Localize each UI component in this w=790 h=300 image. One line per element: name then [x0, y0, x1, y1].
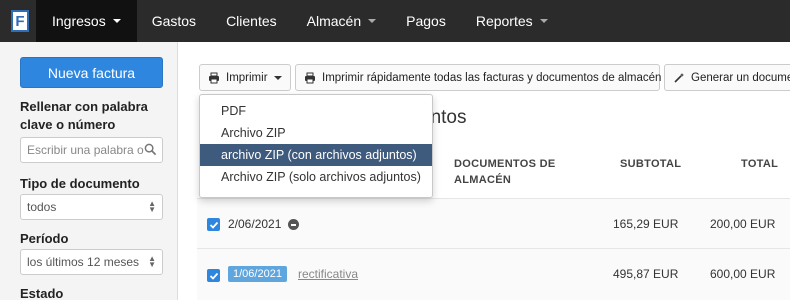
- updown-arrows-icon: ▲ ▼: [148, 199, 156, 214]
- nav-reportes-label: Reportes: [475, 13, 533, 29]
- invoice-date-badge[interactable]: 1/06/2021: [228, 266, 287, 282]
- print-all-label: Imprimir rápidamente todas las facturas …: [322, 71, 662, 84]
- menu-item-zip[interactable]: Archivo ZIP: [200, 122, 432, 144]
- check-icon: [209, 272, 218, 280]
- row-checkbox[interactable]: [207, 218, 220, 231]
- chevron-down-icon: [368, 19, 377, 23]
- status-label: Estado: [20, 286, 64, 300]
- generate-document-button[interactable]: Generar un documen: [664, 64, 790, 91]
- generate-label: Generar un documen: [691, 71, 790, 84]
- period-label: Período: [20, 231, 69, 246]
- total-value: 600,00 EUR: [710, 267, 776, 281]
- subtotal-value: 495,87 EUR: [613, 267, 679, 281]
- nav-clientes-label: Clientes: [226, 13, 277, 29]
- check-icon: [209, 221, 218, 229]
- menu-item-zip-only-attachments[interactable]: Archivo ZIP (solo archivos adjuntos): [200, 166, 432, 188]
- keyword-filter-label-line2: clave o número: [20, 117, 116, 132]
- doc-type-label: Tipo de documento: [20, 176, 140, 191]
- table-row[interactable]: 2/06/2021 165,29 EUR 200,00 EUR: [197, 198, 790, 248]
- minus-circle-icon: [288, 219, 299, 230]
- keyword-search-input[interactable]: Escribir una palabra o: [20, 137, 163, 163]
- print-label: Imprimir: [226, 71, 268, 84]
- magic-wand-icon: [674, 72, 684, 83]
- nav-ingresos[interactable]: Ingresos: [36, 0, 137, 42]
- keyword-filter-label-line1: Rellenar con palabra: [20, 99, 148, 114]
- search-icon: [144, 143, 157, 156]
- column-header-warehouse-docs-line2: ALMACÉN: [454, 174, 512, 186]
- nav-gastos-label: Gastos: [151, 13, 197, 29]
- top-navbar: F Ingresos Gastos Clientes Almacén Pagos…: [0, 0, 790, 42]
- row-checkbox[interactable]: [207, 269, 220, 282]
- print-dropdown-menu: PDF Archivo ZIP archivo ZIP (con archivo…: [199, 94, 433, 198]
- nav-gastos[interactable]: Gastos: [137, 0, 211, 42]
- column-header-warehouse-docs[interactable]: DOCUMENTOS DE ALMACÉN: [454, 156, 555, 188]
- nav-almacen[interactable]: Almacén: [292, 0, 391, 42]
- filter-sidebar: Nueva factura Rellenar con palabra clave…: [0, 42, 178, 300]
- print-all-button[interactable]: Imprimir rápidamente todas las facturas …: [295, 64, 676, 91]
- logo-letter: F: [11, 10, 29, 32]
- doc-type-value: todos: [27, 200, 57, 214]
- column-header-total[interactable]: TOTAL: [741, 156, 778, 172]
- app-logo[interactable]: F: [6, 0, 34, 42]
- table-row[interactable]: 1/06/2021 rectificativa 495,87 EUR 600,0…: [197, 248, 790, 300]
- chevron-down-icon: [112, 19, 121, 23]
- subtotal-value: 165,29 EUR: [613, 217, 679, 231]
- column-header-subtotal[interactable]: SUBTOTAL: [620, 156, 681, 172]
- menu-item-zip-with-attachments[interactable]: archivo ZIP (con archivos adjuntos): [200, 144, 432, 166]
- nav-pagos-label: Pagos: [406, 13, 446, 29]
- printer-icon: [209, 72, 219, 83]
- chevron-down-icon: [539, 19, 548, 23]
- printer-icon: [305, 72, 315, 83]
- total-value: 200,00 EUR: [710, 217, 776, 231]
- nav-reportes[interactable]: Reportes: [461, 0, 563, 42]
- doc-type-select[interactable]: todos ▲ ▼: [20, 194, 163, 220]
- menu-item-pdf[interactable]: PDF: [200, 100, 432, 122]
- invoice-date[interactable]: 2/06/2021: [228, 217, 281, 231]
- column-header-warehouse-docs-line1: DOCUMENTOS DE: [454, 158, 556, 170]
- updown-arrows-icon: ▲ ▼: [148, 254, 156, 269]
- nav-pagos[interactable]: Pagos: [391, 0, 461, 42]
- search-placeholder: Escribir una palabra o: [27, 143, 144, 157]
- corrective-tag[interactable]: rectificativa: [298, 267, 358, 281]
- period-value: los últimos 12 meses: [27, 255, 140, 269]
- print-dropdown-button[interactable]: Imprimir: [199, 64, 291, 91]
- nav-almacen-label: Almacén: [306, 13, 362, 29]
- nav-clientes[interactable]: Clientes: [211, 0, 292, 42]
- chevron-down-icon: [273, 75, 282, 80]
- period-select[interactable]: los últimos 12 meses ▲ ▼: [20, 249, 163, 275]
- keyword-filter-label: Rellenar con palabra clave o número: [20, 98, 148, 134]
- new-invoice-button[interactable]: Nueva factura: [20, 57, 163, 88]
- nav-ingresos-label: Ingresos: [52, 13, 106, 29]
